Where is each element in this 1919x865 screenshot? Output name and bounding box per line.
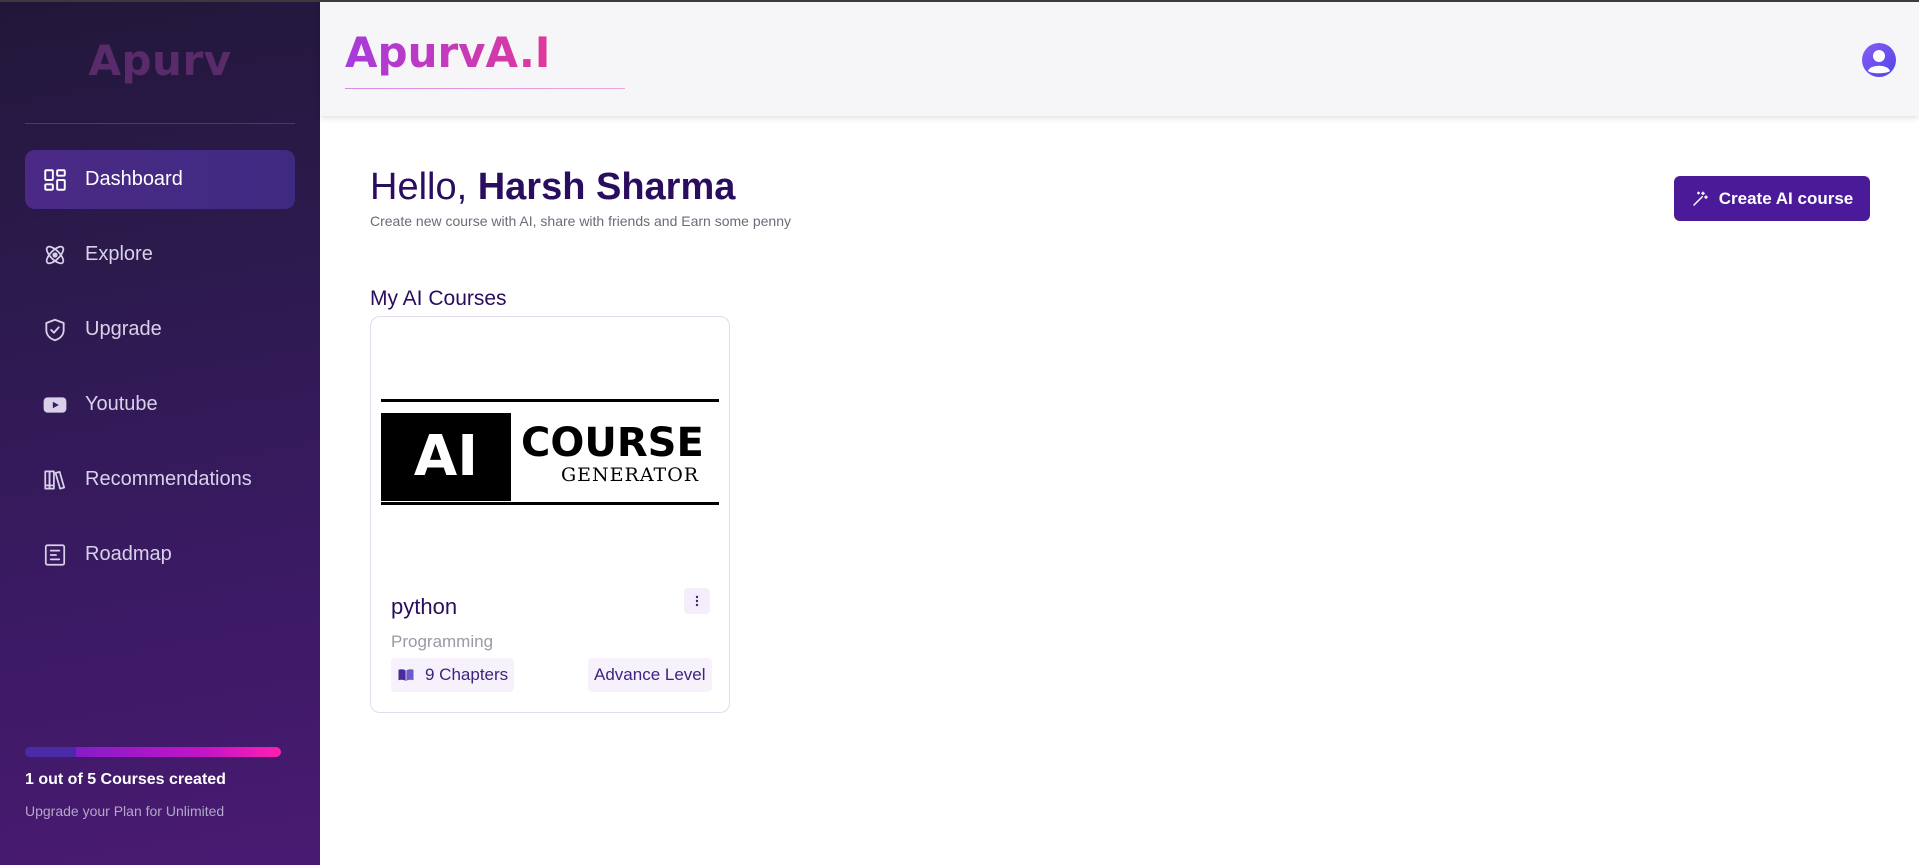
top-header: ApurvA.I <box>320 0 1919 116</box>
book-open-icon <box>398 669 414 681</box>
thumbnail-generator-text: GENERATOR <box>561 464 699 486</box>
level-badge: Advance Level <box>588 658 712 692</box>
progress-bar <box>25 747 281 757</box>
create-ai-course-button[interactable]: Create AI course <box>1674 176 1870 221</box>
greeting-subtitle: Create new course with AI, share with fr… <box>370 213 791 229</box>
sidebar: Apurv Dashboard Explore Upgrade Youtube … <box>0 0 320 865</box>
course-usage-progress: 1 out of 5 Courses created Upgrade your … <box>25 747 281 819</box>
progress-fill <box>25 747 77 757</box>
sidebar-item-label: Recommendations <box>85 468 252 490</box>
user-avatar-icon[interactable] <box>1861 42 1897 78</box>
course-title: python <box>391 594 458 619</box>
shield-check-icon <box>41 316 69 344</box>
logo-underline <box>345 88 625 89</box>
sidebar-item-label: Explore <box>85 243 153 265</box>
chapters-count: 9 Chapters <box>425 665 509 684</box>
youtube-icon <box>41 391 69 419</box>
course-category: Programming <box>391 632 494 651</box>
greeting-prefix: Hello, <box>370 166 478 208</box>
document-icon <box>41 541 69 569</box>
sidebar-item-explore[interactable]: Explore <box>25 225 295 284</box>
user-name: Harsh Sharma <box>477 166 736 208</box>
app-logo[interactable]: ApurvA.I <box>345 28 550 77</box>
upgrade-hint: Upgrade your Plan for Unlimited <box>25 803 225 819</box>
section-title: My AI Courses <box>370 287 507 310</box>
sidebar-item-label: Youtube <box>85 393 158 415</box>
course-level: Advance Level <box>594 665 706 684</box>
sidebar-brand: Apurv <box>88 36 232 85</box>
more-options-icon[interactable] <box>684 588 710 614</box>
sidebar-item-recommendations[interactable]: Recommendations <box>25 450 295 509</box>
course-card[interactable]: AI COURSE GENERATOR python Programming 9… <box>370 316 730 713</box>
thumbnail-ai-text: AI <box>414 424 478 489</box>
atom-icon <box>41 241 69 269</box>
sidebar-nav: Dashboard Explore Upgrade Youtube Recomm… <box>25 150 295 600</box>
library-icon <box>41 466 69 494</box>
progress-text: 1 out of 5 Courses created <box>25 771 226 788</box>
sidebar-item-youtube[interactable]: Youtube <box>25 375 295 434</box>
create-ai-course-label: Create AI course <box>1718 188 1854 208</box>
sidebar-item-label: Roadmap <box>85 543 172 565</box>
sidebar-item-label: Upgrade <box>85 318 162 340</box>
magic-wand-icon <box>1693 191 1708 206</box>
sidebar-divider <box>25 123 295 124</box>
chapters-badge: 9 Chapters <box>391 658 515 692</box>
sidebar-item-label: Dashboard <box>85 168 183 190</box>
sidebar-item-upgrade[interactable]: Upgrade <box>25 300 295 359</box>
greeting: Hello, Harsh Sharma <box>370 166 735 209</box>
sidebar-item-roadmap[interactable]: Roadmap <box>25 525 295 584</box>
thumbnail-course-text: COURSE <box>521 420 704 466</box>
course-thumbnail: AI COURSE GENERATOR <box>381 395 719 511</box>
sidebar-item-dashboard[interactable]: Dashboard <box>25 150 295 209</box>
dashboard-icon <box>41 166 69 194</box>
